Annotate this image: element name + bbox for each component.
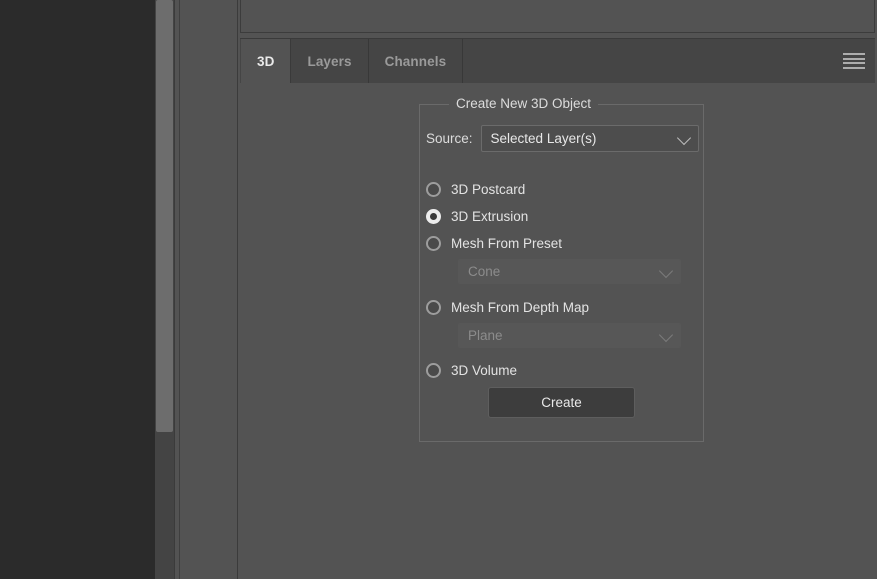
3d-panel-body: Create New 3D Object Source: Selected La… — [240, 83, 875, 579]
option-mesh-from-preset-label: Mesh From Preset — [451, 235, 563, 251]
source-label: Source: — [426, 131, 473, 146]
chevron-down-icon — [658, 263, 674, 278]
document-canvas[interactable] — [0, 0, 155, 579]
depth-map-select-value: Plane — [468, 328, 503, 343]
menu-line — [843, 66, 865, 69]
panel-dock: 3D Layers Channels Create New 3D Object — [238, 0, 877, 579]
source-select[interactable]: Selected Layer(s) — [480, 125, 699, 152]
vertical-scrollbar-thumb[interactable] — [156, 0, 173, 432]
option-3d-postcard[interactable]: 3D Postcard — [426, 179, 525, 199]
group-title: Create New 3D Object — [449, 96, 599, 111]
dock-divider — [179, 0, 180, 579]
radio-mesh-from-preset[interactable] — [426, 235, 441, 251]
mesh-preset-select[interactable]: Cone — [458, 259, 681, 284]
chevron-down-icon — [658, 327, 674, 342]
radio-mesh-from-depth-map[interactable] — [426, 299, 441, 315]
radio-3d-extrusion[interactable] — [426, 208, 441, 224]
depth-map-select[interactable]: Plane — [458, 323, 681, 348]
chevron-down-icon — [676, 130, 692, 145]
tab-layers-label: Layers — [307, 54, 352, 69]
option-mesh-from-depth-map[interactable]: Mesh From Depth Map — [426, 297, 589, 317]
source-row: Source: Selected Layer(s) — [426, 125, 699, 152]
tab-list: 3D Layers Channels — [241, 39, 464, 84]
option-3d-volume[interactable]: 3D Volume — [426, 360, 517, 380]
tab-channels-label: Channels — [384, 54, 447, 69]
collapsed-dock-strip[interactable] — [174, 0, 238, 579]
panel-tab-bar: 3D Layers Channels — [240, 38, 875, 84]
hamburger-menu-icon[interactable] — [843, 53, 865, 69]
radio-3d-volume[interactable] — [426, 362, 441, 378]
radio-3d-postcard[interactable] — [426, 181, 441, 197]
tab-layers[interactable]: Layers — [291, 39, 369, 84]
create-button-label: Create — [541, 395, 582, 410]
option-3d-postcard-label: 3D Postcard — [451, 181, 526, 197]
create-new-3d-object-group: Create New 3D Object Source: Selected La… — [419, 96, 704, 442]
tab-3d[interactable]: 3D — [241, 39, 292, 84]
option-3d-extrusion-label: 3D Extrusion — [451, 208, 529, 224]
tab-channels[interactable]: Channels — [368, 39, 464, 84]
vertical-scrollbar-track[interactable] — [155, 0, 174, 579]
create-button[interactable]: Create — [488, 387, 635, 418]
application-window: 3D Layers Channels Create New 3D Object — [0, 0, 877, 579]
mesh-preset-select-value: Cone — [468, 264, 501, 279]
option-mesh-from-preset[interactable]: Mesh From Preset — [426, 233, 562, 253]
tab-3d-label: 3D — [257, 54, 275, 69]
source-select-value: Selected Layer(s) — [490, 131, 597, 146]
option-mesh-from-depth-map-label: Mesh From Depth Map — [451, 299, 590, 315]
menu-line — [843, 62, 865, 65]
upper-panel-stub — [240, 0, 875, 33]
option-3d-volume-label: 3D Volume — [451, 362, 518, 378]
menu-line — [843, 57, 865, 60]
option-3d-extrusion[interactable]: 3D Extrusion — [426, 206, 528, 226]
menu-line — [843, 53, 865, 55]
